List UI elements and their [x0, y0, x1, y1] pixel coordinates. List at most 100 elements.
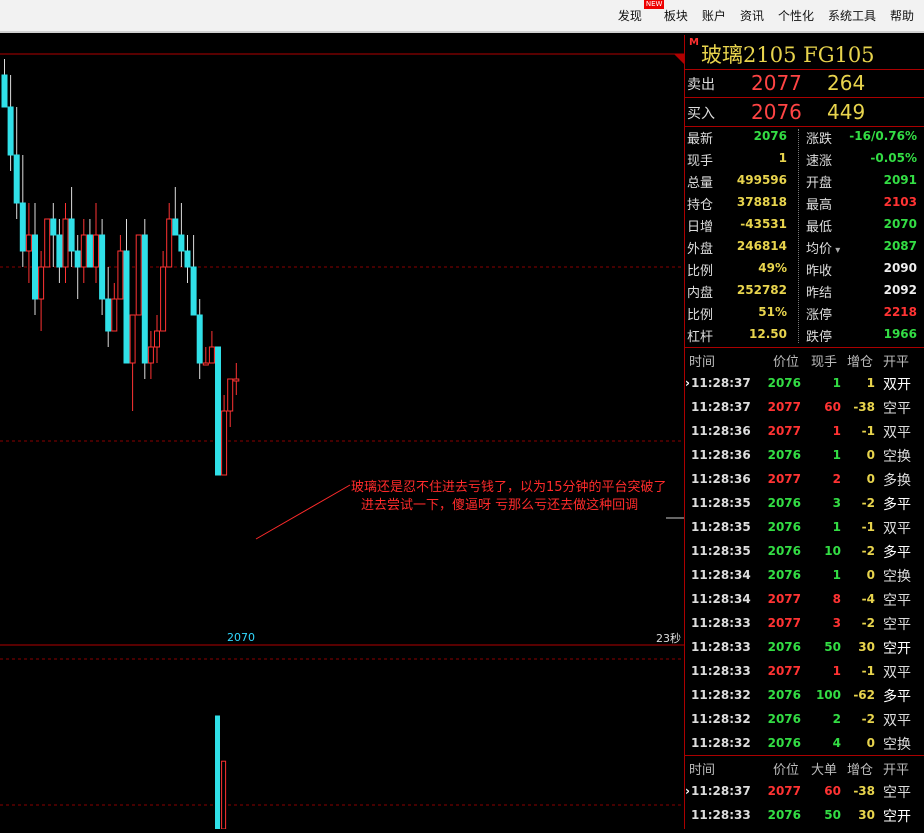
- candle-body: [154, 330, 160, 348]
- menu-system-tools[interactable]: 系统工具: [828, 7, 876, 24]
- volume-bar: [221, 760, 227, 830]
- tick-oi: 30: [858, 640, 875, 654]
- tick-oi: -38: [853, 784, 875, 798]
- tick-price: 2076: [767, 448, 801, 462]
- tick-time: 11:28:35: [691, 544, 751, 558]
- column-header: 大单: [811, 763, 838, 778]
- candles-group: [1, 59, 240, 476]
- stat-row: 持仓 378818 最高 2103: [685, 191, 924, 213]
- tick-qty: 1: [832, 568, 841, 582]
- candle-body: [129, 314, 136, 364]
- tick-oi: -2: [861, 712, 875, 726]
- tick-price: 2076: [767, 736, 801, 750]
- menu-news[interactable]: 资讯: [740, 7, 764, 24]
- bid-volume: 449: [827, 100, 866, 124]
- tick-oi: -2: [861, 496, 875, 510]
- tick-type: 空换: [883, 569, 911, 585]
- stat-row: 外盘 246814 均价 ▾ 2087: [685, 235, 924, 257]
- tick-row[interactable]: 11:28:36 2076 1 0 空换: [685, 443, 924, 467]
- stat-value: 1966: [883, 327, 917, 341]
- stat-value: 2090: [883, 261, 917, 275]
- candle-body: [68, 218, 75, 252]
- tick-row[interactable]: 11:28:34 2076 1 0 空换: [685, 563, 924, 587]
- candle-body: [202, 362, 209, 366]
- tick-oi: -4: [861, 592, 875, 606]
- candle-body: [184, 250, 191, 268]
- stat-value: 499596: [736, 173, 787, 187]
- menu-discover[interactable]: 发现 NEW: [618, 0, 665, 24]
- candle-body: [99, 234, 106, 300]
- tick-oi: 1: [866, 376, 875, 390]
- tick-row[interactable]: 11:28:34 2077 8 -4 空平: [685, 587, 924, 611]
- menu-help[interactable]: 帮助: [890, 7, 914, 24]
- contract-title[interactable]: M 玻璃2105 FG105: [685, 35, 924, 70]
- tick-row[interactable]: 11:28:33 2076 50 30 空开: [685, 803, 924, 827]
- tick-oi: -1: [861, 664, 875, 678]
- tick-price: 2076: [767, 520, 801, 534]
- tick-qty: 1: [832, 424, 841, 438]
- tick-row[interactable]: › 11:28:37 2077 60 -38 空平: [685, 779, 924, 803]
- candle-body: [19, 202, 26, 252]
- tick-price: 2077: [767, 664, 801, 678]
- column-header: 时间: [689, 355, 716, 370]
- stat-label: 涨跌: [806, 132, 833, 147]
- tick-row[interactable]: 11:28:37 2077 60 -38 空平: [685, 395, 924, 419]
- tick-price: 2077: [767, 424, 801, 438]
- candle-body: [221, 410, 228, 476]
- column-header: 增仓: [847, 355, 874, 370]
- tick-row[interactable]: 11:28:32 2076 100 -62 多平: [685, 683, 924, 707]
- candle-body: [62, 218, 69, 268]
- tick-row[interactable]: 11:28:32 2076 2 -2 双平: [685, 707, 924, 731]
- column-header: 开平: [883, 355, 910, 370]
- tick-price: 2076: [767, 568, 801, 582]
- tick-row[interactable]: 11:28:35 2076 10 -2 多平: [685, 539, 924, 563]
- tick-time: 11:28:35: [691, 520, 751, 534]
- stat-label: 最高: [806, 198, 833, 213]
- candle-body: [215, 346, 221, 476]
- tick-qty: 3: [832, 496, 841, 510]
- stat-row: 现手 1 速涨 -0.05%: [685, 147, 924, 169]
- tick-qty: 1: [832, 376, 841, 390]
- tick-oi: 0: [866, 472, 875, 486]
- tick-time: 11:28:37: [691, 376, 751, 390]
- candle-body: [93, 234, 99, 268]
- tick-row[interactable]: 11:28:33 2077 1 -1 双平: [685, 659, 924, 683]
- tick-list[interactable]: 时间 价位 现手 增仓 开平 › 11:28:37 2076 1 1 双开 11:28:37 2077 6…: [685, 347, 924, 756]
- tick-row[interactable]: 11:28:35 2076 1 -1 双平: [685, 515, 924, 539]
- candle-body: [160, 266, 167, 332]
- menu-account[interactable]: 账户: [702, 7, 726, 24]
- stat-label: 开盘: [806, 176, 833, 191]
- tick-type: 空平: [883, 785, 911, 801]
- tick-row[interactable]: 11:28:32 2076 4 0 空换: [685, 731, 924, 755]
- stat-label: 跌停: [806, 330, 833, 345]
- tick-row[interactable]: › 11:28:37 2076 1 1 双开: [685, 371, 924, 395]
- tick-price: 2077: [767, 616, 801, 630]
- chevron-down-icon[interactable]: ▾: [832, 245, 840, 256]
- tick-row[interactable]: 11:28:35 2076 3 -2 多平: [685, 491, 924, 515]
- tick-time: 11:28:32: [691, 736, 751, 750]
- tick-row[interactable]: 11:28:33 2077 3 -2 空平: [685, 611, 924, 635]
- column-header: 开平: [883, 763, 910, 778]
- candle-body: [141, 234, 148, 364]
- tick-qty: 1: [832, 664, 841, 678]
- kline-chart[interactable]: 玻璃还是忍不住进去亏钱了，以为15分钟的平台突破了 进去尝试一下，傻逼呀 亏那么…: [0, 35, 684, 830]
- tick-row[interactable]: 11:28:36 2077 1 -1 双平: [685, 419, 924, 443]
- tick-type: 多平: [883, 689, 911, 705]
- menu-sectors[interactable]: 板块: [664, 7, 688, 24]
- stat-value: 2076: [753, 129, 787, 143]
- tick-row[interactable]: 11:28:33 2076 50 30 空开: [685, 635, 924, 659]
- tick-row[interactable]: 11:28:36 2077 2 0 多换: [685, 467, 924, 491]
- contract-name: 玻璃2105 FG105: [701, 43, 875, 67]
- menu-personalize[interactable]: 个性化: [778, 7, 814, 24]
- big-order-list[interactable]: 时间 价位 大单 增仓 开平 › 11:28:37 2077 60 -38 空平 11:28:33 20…: [685, 755, 924, 829]
- tick-type: 双平: [883, 665, 911, 681]
- stat-value: 252782: [736, 283, 787, 297]
- quote-panel: M 玻璃2105 FG105 卖出 2077 264 买入 2076 449 最…: [684, 35, 924, 829]
- tick-time: 11:28:34: [691, 592, 751, 606]
- tick-time: 11:28:33: [691, 616, 751, 630]
- tick-price: 2076: [767, 496, 801, 510]
- tick-type: 空开: [883, 809, 911, 825]
- tick-price: 2077: [767, 592, 801, 606]
- tick-qty: 1: [832, 520, 841, 534]
- annotation-pointer: [255, 484, 351, 540]
